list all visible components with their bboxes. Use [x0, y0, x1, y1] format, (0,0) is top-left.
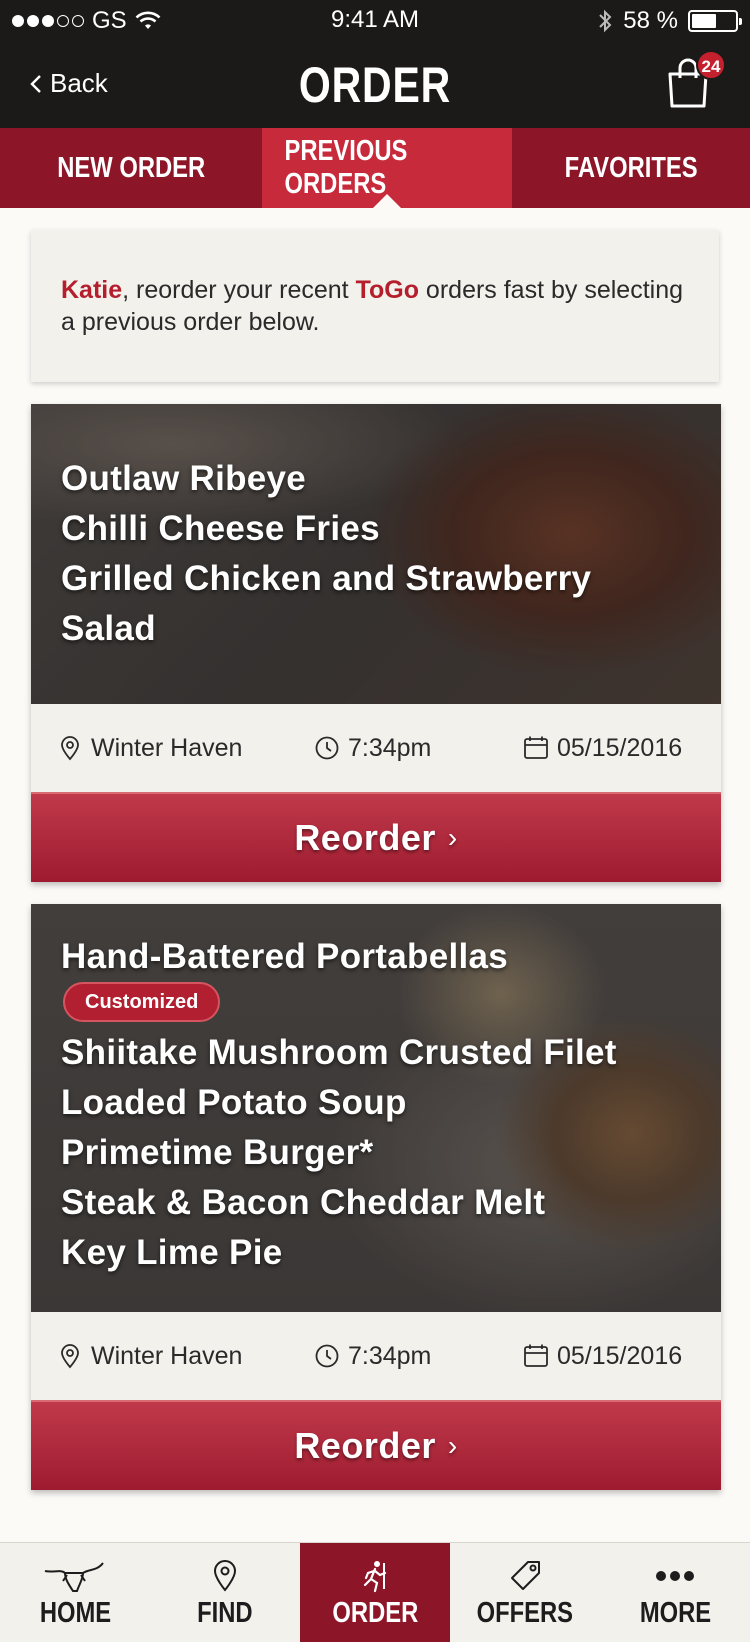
- order-item: Hand-Battered Portabellas: [61, 937, 509, 976]
- status-right: 58 %: [597, 7, 742, 35]
- order-item: Steak & Bacon Cheddar Melt: [61, 1183, 546, 1222]
- order-item: Shiitake Mushroom Crusted Filet: [61, 1033, 617, 1072]
- reorder-button[interactable]: Reorder ›: [31, 792, 721, 882]
- order-item-list: Hand-Battered Portabellas Customized Shi…: [61, 932, 691, 1278]
- order-card: Outlaw Ribeye Chilli Cheese Fries Grille…: [31, 404, 721, 882]
- order-time: 7:34pm: [314, 704, 431, 792]
- price-tag-icon: [450, 1559, 600, 1593]
- customer-name: Katie: [61, 276, 123, 304]
- calendar-icon: [524, 1344, 548, 1367]
- order-date: 05/15/2016: [523, 704, 682, 792]
- order-card: Hand-Battered Portabellas Customized Shi…: [31, 904, 721, 1490]
- bluetooth-icon: [599, 9, 612, 33]
- calendar-icon: [524, 736, 548, 759]
- order-photo: Outlaw Ribeye Chilli Cheese Fries Grille…: [31, 404, 721, 704]
- clock-icon: [315, 1344, 339, 1368]
- nav-find[interactable]: FIND: [150, 1543, 300, 1642]
- order-time: 7:34pm: [314, 1312, 431, 1400]
- chevron-right-icon: ›: [447, 1430, 458, 1461]
- bottom-nav: HOME FIND ORDER OFFERS MORE: [0, 1542, 750, 1642]
- customized-badge-row: Customized: [61, 982, 691, 1028]
- order-photo: Hand-Battered Portabellas Customized Shi…: [31, 904, 721, 1312]
- nav-offers[interactable]: OFFERS: [450, 1543, 600, 1642]
- order-item: Primetime Burger*: [61, 1133, 374, 1172]
- location-pin-icon: [61, 1344, 79, 1369]
- customized-badge: Customized: [63, 982, 221, 1022]
- reorder-button[interactable]: Reorder ›: [31, 1400, 721, 1490]
- nav-more[interactable]: MORE: [600, 1543, 750, 1642]
- order-item: Loaded Potato Soup: [61, 1083, 407, 1122]
- order-location: Winter Haven: [57, 704, 242, 792]
- running-person-icon: [300, 1559, 450, 1593]
- order-item: Chilli Cheese Fries: [61, 509, 380, 548]
- order-location: Winter Haven: [57, 1312, 242, 1400]
- order-item: Grilled Chicken and Strawberry Salad: [61, 559, 592, 648]
- more-dots-icon: [600, 1559, 750, 1593]
- app-header: Back ORDER 24: [0, 40, 750, 128]
- battery-percent: 58 %: [623, 7, 678, 34]
- chevron-left-icon: [30, 74, 41, 93]
- status-bar: GS 9:41 AM 58 %: [0, 0, 750, 40]
- location-pin-icon: [61, 736, 79, 761]
- order-item: Key Lime Pie: [61, 1233, 283, 1272]
- location-pin-icon: [150, 1559, 300, 1593]
- intro-text-1: , reorder your recent: [122, 276, 356, 304]
- tab-previous-orders[interactable]: PREVIOUS ORDERS: [262, 128, 512, 208]
- brand-name: ToGo: [355, 276, 419, 304]
- steer-icon: [0, 1559, 150, 1593]
- tab-favorites[interactable]: FAVORITES: [512, 128, 750, 208]
- battery-level: [692, 14, 717, 28]
- order-item: Outlaw Ribeye: [61, 459, 307, 498]
- chevron-right-icon: ›: [447, 822, 458, 853]
- cart-button[interactable]: 24: [664, 50, 726, 110]
- cart-count-badge: 24: [696, 50, 726, 80]
- intro-message: Katie, reorder your recent ToGo orders f…: [31, 230, 719, 382]
- page-title: ORDER: [298, 57, 452, 113]
- order-meta: Winter Haven 7:34pm 05/15/2016: [31, 1312, 721, 1400]
- order-meta: Winter Haven 7:34pm 05/15/2016: [31, 704, 721, 792]
- order-item-list: Outlaw Ribeye Chilli Cheese Fries Grille…: [61, 454, 691, 654]
- clock-icon: [315, 736, 339, 760]
- tab-new-order[interactable]: NEW ORDER: [0, 128, 262, 208]
- nav-order[interactable]: ORDER: [300, 1543, 450, 1642]
- order-date: 05/15/2016: [523, 1312, 682, 1400]
- order-tabs: NEW ORDER PREVIOUS ORDERS FAVORITES: [0, 128, 750, 208]
- nav-home[interactable]: HOME: [0, 1543, 150, 1642]
- battery-icon: [688, 10, 742, 32]
